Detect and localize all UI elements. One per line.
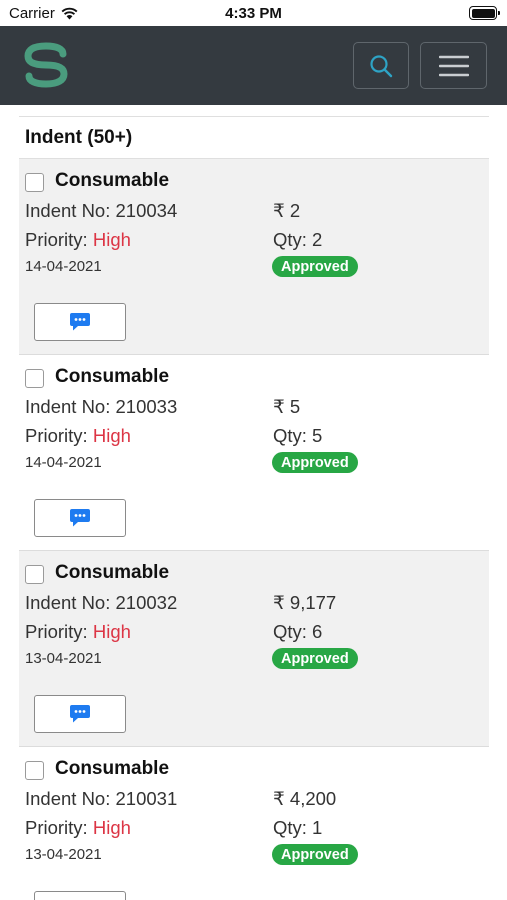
status-badge: Approved xyxy=(272,452,358,473)
comment-icon xyxy=(70,705,90,723)
select-checkbox[interactable] xyxy=(25,173,44,192)
priority-value: High xyxy=(92,621,131,642)
comment-button[interactable] xyxy=(34,695,126,733)
indent-date: 13-04-2021 xyxy=(25,650,102,667)
category-label: Consumable xyxy=(55,366,170,387)
search-icon xyxy=(370,54,393,77)
indent-date: 13-04-2021 xyxy=(25,846,102,863)
amount: ₹ 5 xyxy=(273,396,301,417)
status-badge: Approved xyxy=(272,844,358,865)
search-button[interactable] xyxy=(353,42,409,89)
category-label: Consumable xyxy=(55,758,170,779)
select-checkbox[interactable] xyxy=(25,565,44,584)
priority-label: Priority: xyxy=(25,817,93,838)
priority-value: High xyxy=(92,229,131,250)
priority: Priority: High xyxy=(25,229,131,251)
indent-card[interactable]: Consumable Indent No: 210031 ₹ 4,200 Pri… xyxy=(19,747,489,900)
indent-date: 14-04-2021 xyxy=(25,258,102,275)
status-badge: Approved xyxy=(272,256,358,277)
priority: Priority: High xyxy=(25,425,131,447)
quantity: Qty: 5 xyxy=(273,425,323,446)
quantity: Qty: 6 xyxy=(273,621,323,642)
select-checkbox[interactable] xyxy=(25,369,44,388)
category-label: Consumable xyxy=(55,170,170,191)
amount: ₹ 4,200 xyxy=(273,788,337,809)
select-checkbox[interactable] xyxy=(25,761,44,780)
amount: ₹ 9,177 xyxy=(273,592,337,613)
priority-value: High xyxy=(92,425,131,446)
indent-date: 14-04-2021 xyxy=(25,454,102,471)
comment-icon xyxy=(70,313,90,331)
quantity: Qty: 2 xyxy=(273,229,323,250)
priority-label: Priority: xyxy=(25,425,93,446)
indent-list: Indent (50+) Consumable Indent No: 21003… xyxy=(19,116,489,900)
comment-button[interactable] xyxy=(34,499,126,537)
status-bar: Carrier 4:33 PM xyxy=(0,0,507,26)
s-logo-icon[interactable] xyxy=(21,40,71,90)
category-label: Consumable xyxy=(55,562,170,583)
indent-number: Indent No: 210031 xyxy=(25,788,178,809)
indent-card[interactable]: Consumable Indent No: 210034 ₹ 2 Priorit… xyxy=(19,159,489,355)
priority-value: High xyxy=(92,817,131,838)
status-badge: Approved xyxy=(272,648,358,669)
comment-button[interactable] xyxy=(34,891,126,900)
indent-number: Indent No: 210032 xyxy=(25,592,178,613)
status-time: 4:33 PM xyxy=(225,5,282,22)
indent-number: Indent No: 210034 xyxy=(25,200,178,221)
battery-icon xyxy=(469,6,500,20)
priority-label: Priority: xyxy=(25,621,93,642)
indent-card[interactable]: Consumable Indent No: 210032 ₹ 9,177 Pri… xyxy=(19,551,489,747)
priority-label: Priority: xyxy=(25,229,93,250)
quantity: Qty: 1 xyxy=(273,817,323,838)
top-navbar xyxy=(0,26,507,105)
hamburger-menu-icon xyxy=(438,55,469,76)
list-header: Indent (50+) xyxy=(19,116,489,159)
comment-button[interactable] xyxy=(34,303,126,341)
priority: Priority: High xyxy=(25,621,131,643)
amount: ₹ 2 xyxy=(273,200,301,221)
menu-button[interactable] xyxy=(420,42,487,89)
indent-card[interactable]: Consumable Indent No: 210033 ₹ 5 Priorit… xyxy=(19,355,489,551)
indent-number: Indent No: 210033 xyxy=(25,396,178,417)
priority: Priority: High xyxy=(25,817,131,839)
comment-icon xyxy=(70,509,90,527)
